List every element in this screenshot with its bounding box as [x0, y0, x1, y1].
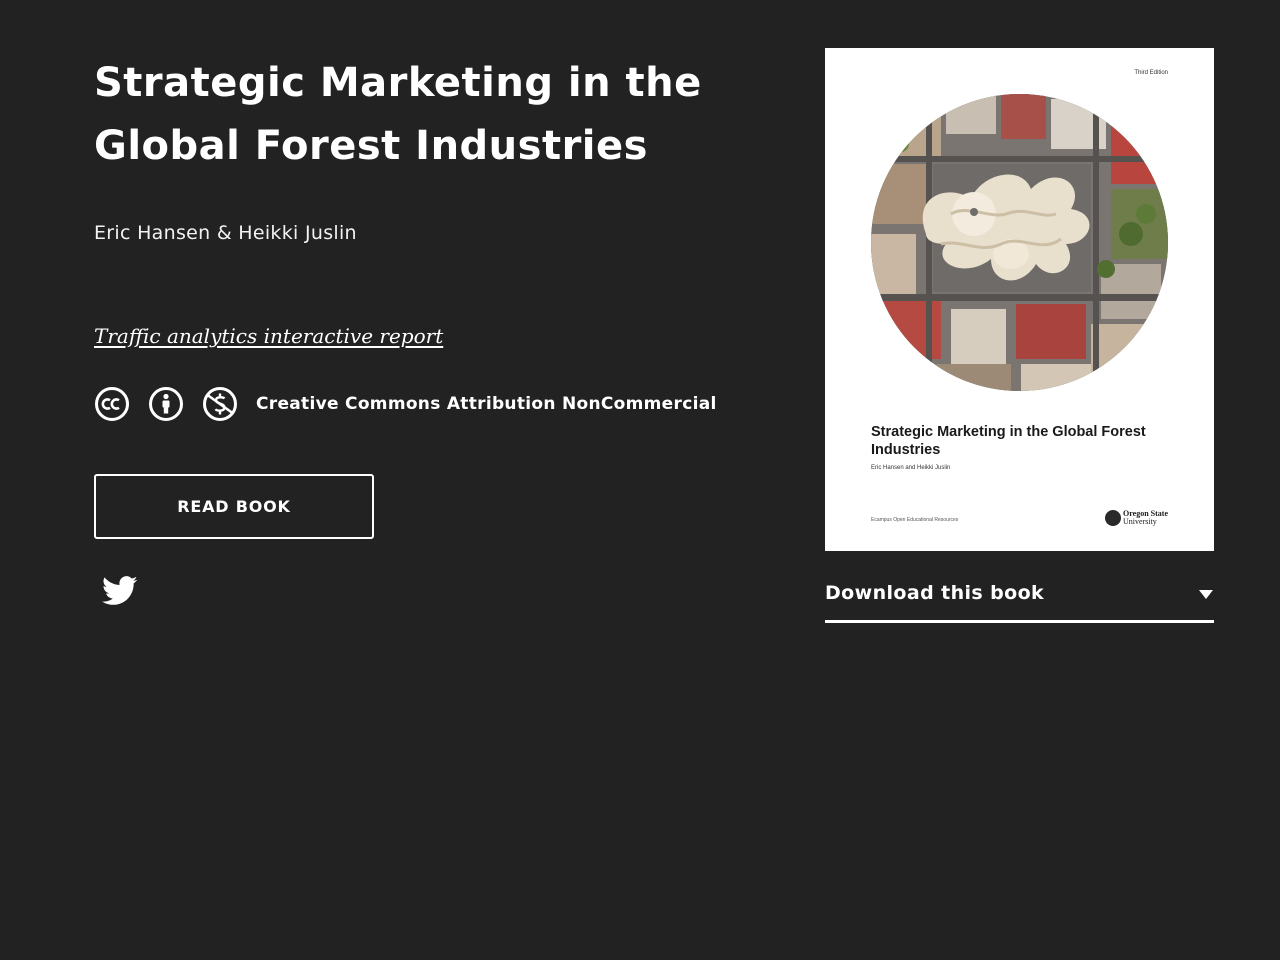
cover-title: Strategic Marketing in the Global Forest…	[871, 424, 1146, 458]
book-info: Strategic Marketing in the Global Forest…	[94, 52, 794, 609]
license-label: Creative Commons Attribution NonCommerci…	[256, 394, 717, 414]
book-title: Strategic Marketing in the Global Forest…	[94, 60, 702, 169]
caret-down-icon	[1198, 586, 1214, 599]
cover-authors: Eric Hansen and Heikki Juslin	[871, 465, 951, 471]
book-authors: Eric Hansen & Heikki Juslin	[94, 222, 357, 244]
read-book-button[interactable]: READ BOOK	[94, 474, 374, 539]
cover-edition: Third Edition	[1134, 70, 1168, 76]
download-dropdown[interactable]: Download this book	[825, 578, 1214, 623]
cc-icon	[94, 386, 130, 422]
university-seal-icon	[1105, 510, 1122, 526]
traffic-analytics-link[interactable]: Traffic analytics interactive report	[94, 324, 443, 348]
cover-aerial-photo	[871, 94, 1168, 391]
twitter-icon[interactable]	[102, 575, 138, 607]
download-label: Download this book	[825, 582, 1045, 604]
logo-line-2: University	[1123, 517, 1157, 526]
by-attribution-icon	[148, 386, 184, 422]
oregon-state-logo: Oregon State University	[1105, 510, 1168, 526]
license-row: Creative Commons Attribution NonCommerci…	[94, 386, 794, 422]
book-page: Strategic Marketing in the Global Forest…	[0, 0, 1280, 960]
share-links	[94, 575, 794, 609]
logo-text: Oregon State University	[1123, 510, 1168, 526]
book-cover: Third Edition Strategic Marketing in the…	[825, 48, 1214, 551]
noncommercial-icon	[202, 386, 238, 422]
cover-publisher: Ecampus Open Educational Resources	[871, 517, 959, 523]
